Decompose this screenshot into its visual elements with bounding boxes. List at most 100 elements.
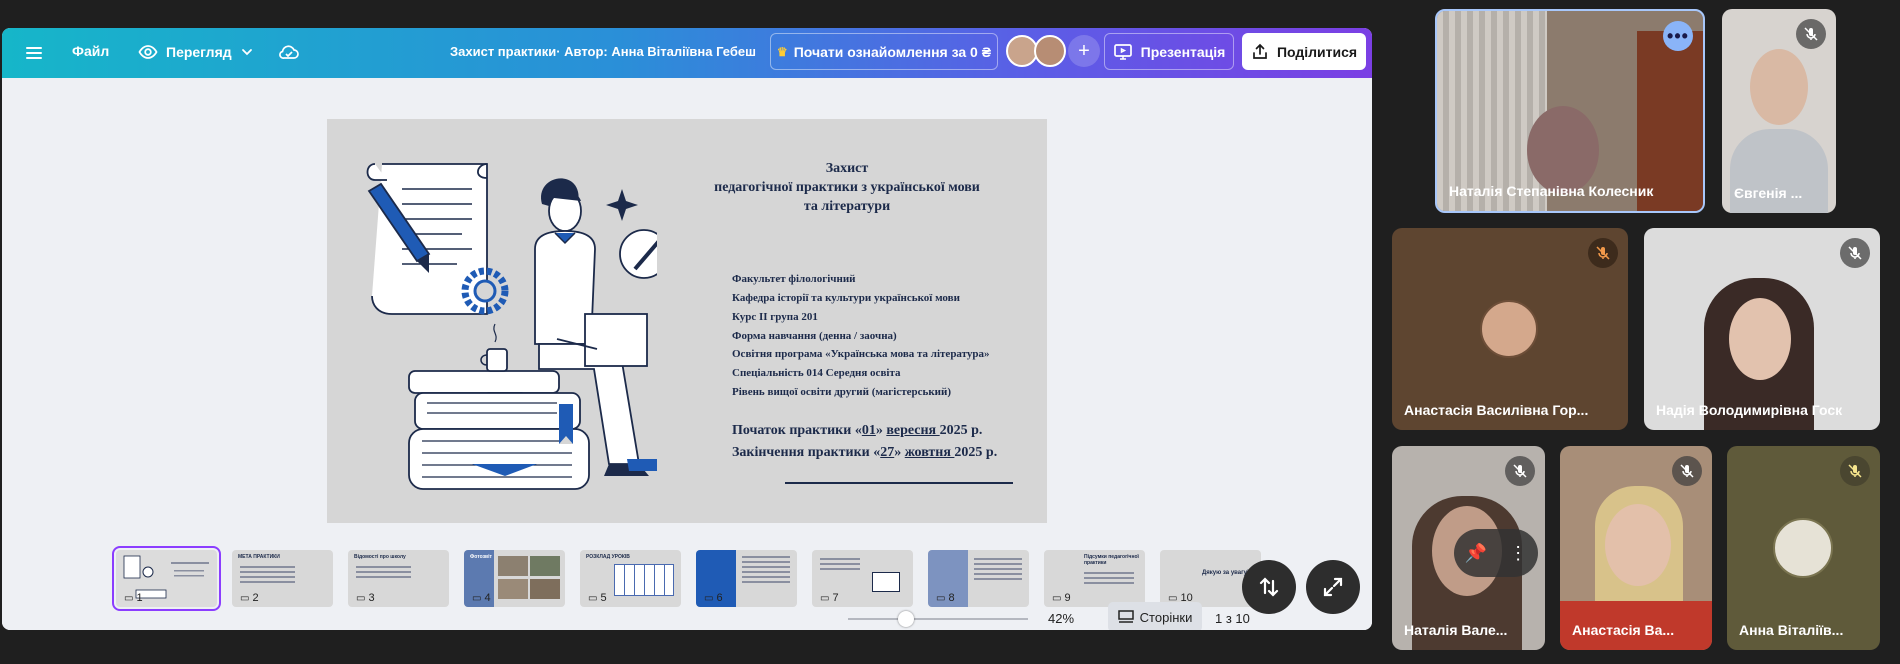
expand-icon: [1323, 577, 1343, 597]
slide-info-line: Освітня програма «Українська мова та літ…: [732, 348, 990, 360]
mic-off-icon: [1680, 464, 1694, 478]
collaborator-avatar[interactable]: [1034, 35, 1066, 67]
more-options-button[interactable]: •••: [1663, 21, 1693, 51]
zoom-level[interactable]: 42%: [1048, 611, 1074, 626]
pages-icon: [1117, 610, 1134, 623]
page-thumbnail-9[interactable]: Підсумки педагогічної практики ▭ 9: [1044, 550, 1145, 607]
page-thumbnails: ▭ 1 МЕТА ПРАКТИКИ ▭ 2 Відомості про школу …: [2, 546, 1372, 611]
comment-icon: ▭: [820, 592, 830, 604]
page-counter[interactable]: 1 з 10: [1215, 611, 1250, 626]
mic-off-indicator: [1796, 19, 1826, 49]
comment-icon: ▭: [704, 592, 714, 604]
fullscreen-button[interactable]: [1306, 560, 1360, 614]
slide-1[interactable]: Захист педагогічної практики з українськ…: [327, 119, 1047, 523]
participant-tile-3[interactable]: Анастасія Василівна Гор...: [1392, 228, 1628, 430]
participant-name: Євгенія ...: [1734, 185, 1803, 201]
view-menu[interactable]: Перегляд: [138, 42, 254, 62]
participant-tile-4[interactable]: Надія Володимирівна Госк: [1644, 228, 1880, 430]
thumbnail-number: ▭ 8: [936, 592, 955, 604]
participant-tile-6[interactable]: Анастасія Ва...: [1560, 446, 1712, 650]
page-thumbnail-2[interactable]: МЕТА ПРАКТИКИ ▭ 2: [232, 550, 333, 607]
chevron-down-icon: [241, 49, 252, 56]
present-icon: [1113, 43, 1132, 60]
slide-info-line: Кафедра історії та культури української …: [732, 292, 960, 304]
mic-off-icon: [1848, 464, 1862, 478]
thumbnail-number: ▭ 3: [356, 592, 375, 604]
swap-arrows-icon: [1259, 577, 1279, 597]
thumbnail-number: ▭ 9: [1052, 592, 1071, 604]
practice-start-date: Початок практики «01» вересня 2025 р.: [732, 423, 983, 438]
mic-off-indicator: [1588, 238, 1618, 268]
mic-off-indicator: [1672, 456, 1702, 486]
comment-icon: ▭: [472, 592, 482, 604]
zoom-slider-handle[interactable]: [897, 611, 914, 627]
participant-video: [1750, 49, 1808, 125]
mic-off-indicator: [1505, 456, 1535, 486]
participant-avatar: [1773, 518, 1833, 578]
page-thumbnail-5[interactable]: РОЗКЛАД УРОКІВ ▭ 5: [580, 550, 681, 607]
canva-window: Файл Перегляд Захист практики· Автор: Ан…: [2, 28, 1372, 630]
editor-canvas: Захист педагогічної практики з українськ…: [2, 78, 1372, 630]
page-thumbnail-4[interactable]: Фотозвіт ▭ 4: [464, 550, 565, 607]
plus-icon: +: [1078, 39, 1090, 62]
menu-button[interactable]: [24, 43, 44, 63]
participant-tile-7[interactable]: Анна Віталіїв...: [1727, 446, 1880, 650]
mic-off-indicator: [1840, 238, 1870, 268]
slide-info-line: Спеціальність 014 Середня освіта: [732, 367, 901, 379]
slide-title: Захист педагогічної практики з українськ…: [714, 161, 980, 214]
page-thumbnail-3[interactable]: Відомості про школу ▭ 3: [348, 550, 449, 607]
editor-footer: 42% Сторінки 1 з 10: [2, 602, 1372, 630]
comment-icon: ▭: [356, 592, 366, 604]
file-menu[interactable]: Файл: [72, 43, 109, 59]
mic-off-icon: [1804, 27, 1818, 41]
comment-icon: ▭: [124, 592, 134, 604]
mic-off-icon: [1513, 464, 1527, 478]
participant-name: Наталія Вале...: [1404, 622, 1508, 638]
slide-divider: [785, 482, 1013, 484]
participant-name: Наталія Степанівна Колесник: [1449, 183, 1654, 199]
teacher-illustration: [366, 163, 657, 490]
document-title[interactable]: Захист практики· Автор: Анна Віталіївна …: [450, 44, 756, 59]
thumbnail-number: ▭ 7: [820, 592, 839, 604]
eye-icon: [138, 45, 158, 59]
page-thumbnail-1[interactable]: ▭ 1: [112, 546, 221, 611]
share-button[interactable]: Поділитися: [1242, 33, 1366, 70]
comment-icon: ▭: [936, 592, 946, 604]
swap-view-button[interactable]: [1242, 560, 1296, 614]
thumbnail-number: ▭ 4: [472, 592, 491, 604]
comment-icon: ▭: [588, 592, 598, 604]
add-collaborator-button[interactable]: +: [1068, 35, 1100, 67]
comment-icon: ▭: [1052, 592, 1062, 604]
page-thumbnail-7[interactable]: ▭ 7: [812, 550, 913, 607]
crown-icon: ♛: [776, 44, 788, 59]
thumbnail-number: ▭ 1: [124, 592, 143, 604]
present-button[interactable]: Презентація: [1104, 33, 1234, 70]
start-trial-button[interactable]: ♛ Почати ознайомлення за 0 ₴: [770, 33, 998, 70]
zoom-slider[interactable]: [848, 618, 1028, 620]
more-options-icon: •••: [1667, 25, 1689, 46]
thumbnail-number: ▭ 5: [588, 592, 607, 604]
page-thumbnail-6[interactable]: ▭ 6: [696, 550, 797, 607]
slide-info-line: Факультет філологічний: [732, 273, 856, 285]
participant-tile-5[interactable]: 📌 ⋮ Наталія Вале...: [1392, 446, 1545, 650]
participant-tile-1[interactable]: ••• Наталія Степанівна Колесник: [1435, 9, 1705, 213]
participant-avatar: [1480, 300, 1538, 358]
participant-name: Анастасія Василівна Гор...: [1404, 402, 1589, 418]
practice-end-date: Закінчення практики «27» жовтня 2025 р.: [732, 445, 998, 460]
tile-hover-controls: 📌 ⋮: [1454, 529, 1538, 577]
cloud-sync-button[interactable]: [278, 42, 300, 62]
page-thumbnail-8[interactable]: ▭ 8: [928, 550, 1029, 607]
participant-name: Надія Володимирівна Госк: [1656, 402, 1843, 418]
thumbnail-number: ▭ 2: [240, 592, 259, 604]
slide-info-line: Курс ІІ група 201: [732, 311, 818, 323]
comment-icon: ▭: [240, 592, 250, 604]
more-vert-icon[interactable]: ⋮: [1509, 543, 1527, 564]
pin-icon[interactable]: 📌: [1465, 543, 1487, 564]
participant-tile-2[interactable]: Євгенія ...: [1722, 9, 1836, 213]
mic-off-icon: [1848, 246, 1862, 260]
participant-video: [1527, 106, 1599, 194]
share-icon: [1253, 43, 1267, 59]
participant-name: Анастасія Ва...: [1572, 622, 1675, 638]
participant-video: [1605, 504, 1671, 586]
pages-button[interactable]: Сторінки: [1108, 602, 1202, 630]
